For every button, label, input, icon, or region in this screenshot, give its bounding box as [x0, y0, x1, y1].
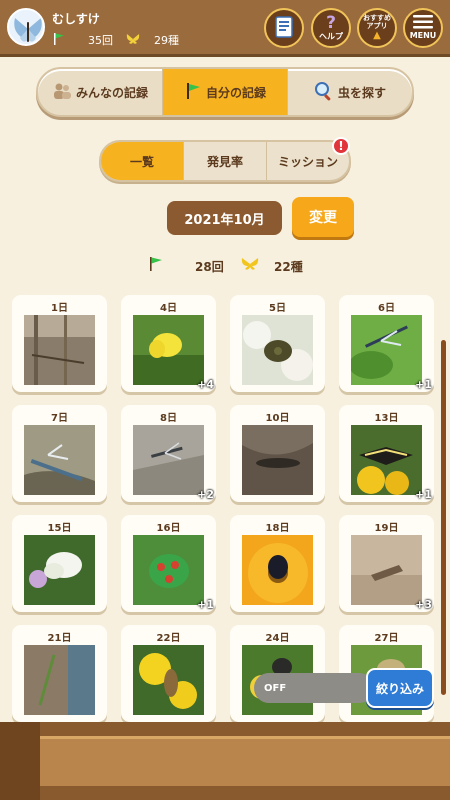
- recommended-apps-button[interactable]: おすすめアプリ ▲: [357, 8, 397, 48]
- insect-photo: [351, 425, 422, 495]
- top-bar: むしすけ 35回 29種 ? ヘルプ おすすめアプリ ▲ MENU: [0, 0, 450, 57]
- subtab-list[interactable]: 一覧: [101, 142, 184, 180]
- menu-label: MENU: [409, 31, 437, 40]
- apps-icon: ▲: [373, 30, 381, 42]
- menu-icon: [413, 15, 433, 32]
- more-count: +1: [197, 598, 214, 611]
- help-icon: ?: [326, 13, 336, 34]
- tab-label: 自分の記録: [205, 85, 266, 100]
- day-label: 24日: [265, 633, 290, 644]
- insect-photo: [24, 315, 95, 385]
- day-card[interactable]: 4日 +4: [121, 295, 216, 392]
- insect-photo: [351, 315, 422, 385]
- species-count: 29種: [154, 34, 179, 47]
- butterfly-icon: [241, 256, 259, 276]
- sub-tabs: 一覧 発見率 ミッション: [99, 140, 351, 182]
- insect-photo: [133, 645, 204, 715]
- notebook-button[interactable]: [264, 8, 304, 48]
- insect-photo: [133, 535, 204, 605]
- day-label: 21日: [47, 633, 72, 644]
- tab-label: みんなの記録: [75, 85, 148, 100]
- day-label: 1日: [51, 303, 68, 314]
- butterfly-icon: [126, 31, 140, 50]
- help-button[interactable]: ? ヘルプ: [311, 8, 351, 48]
- day-card[interactable]: 22日: [121, 625, 216, 722]
- more-count: +3: [415, 598, 432, 611]
- day-card[interactable]: 7日: [12, 405, 107, 502]
- book-spine: [0, 722, 40, 800]
- day-label: 16日: [156, 523, 181, 534]
- day-label: 4日: [160, 303, 177, 314]
- day-card[interactable]: 1日: [12, 295, 107, 392]
- more-count: +4: [197, 378, 214, 391]
- day-label: 7日: [51, 413, 68, 424]
- day-card[interactable]: 18日: [230, 515, 325, 612]
- day-label: 18日: [265, 523, 290, 534]
- insect-photo: [133, 315, 204, 385]
- insect-photo: [24, 645, 95, 715]
- filter-button[interactable]: 絞り込み: [366, 668, 434, 708]
- day-label: 5日: [269, 303, 286, 314]
- insect-photo: [242, 535, 313, 605]
- flag-icon: [52, 31, 66, 50]
- day-label: 27日: [374, 633, 399, 644]
- monthly-record-count: 28回: [195, 260, 224, 274]
- tab-label: 虫を探す: [337, 85, 386, 100]
- main-tabs: みんなの記録 自分の記録 虫を探す: [36, 67, 414, 117]
- grid-scrollbar[interactable]: [441, 340, 446, 695]
- username: むしすけ: [52, 12, 100, 26]
- day-card[interactable]: 13日 +1: [339, 405, 434, 502]
- flag-icon: [184, 82, 202, 103]
- tab-find-insects[interactable]: 虫を探す: [288, 69, 412, 115]
- mission-alert-badge: !: [332, 137, 350, 155]
- day-label: 10日: [265, 413, 290, 424]
- avatar[interactable]: [7, 8, 45, 46]
- day-card[interactable]: 10日: [230, 405, 325, 502]
- flag-icon: [148, 256, 164, 276]
- day-card[interactable]: 19日 +3: [339, 515, 434, 612]
- tab-my-records[interactable]: 自分の記録: [163, 69, 288, 115]
- day-card[interactable]: 15日: [12, 515, 107, 612]
- day-label: 22日: [156, 633, 181, 644]
- bottom-bar-surface: [40, 736, 450, 786]
- help-label: ヘルプ: [319, 31, 343, 41]
- notebook-icon: [273, 15, 295, 42]
- day-label: 13日: [374, 413, 399, 424]
- main-panel: みんなの記録 自分の記録 虫を探す 一覧 発見率 ミッション ! 2021年10…: [0, 57, 450, 722]
- day-card[interactable]: 6日 +1: [339, 295, 434, 392]
- month-display: 2021年10月: [167, 201, 282, 235]
- subtab-discovery-rate[interactable]: 発見率: [184, 142, 267, 180]
- apps-label: おすすめアプリ: [363, 13, 391, 30]
- day-label: 19日: [374, 523, 399, 534]
- magnifier-icon: [314, 81, 334, 104]
- more-count: +1: [415, 378, 432, 391]
- tab-everyone-records[interactable]: みんなの記録: [38, 69, 163, 115]
- day-label: 15日: [47, 523, 72, 534]
- day-card[interactable]: 8日 +2: [121, 405, 216, 502]
- bottom-bar: [0, 722, 450, 800]
- record-count: 35回: [88, 34, 113, 47]
- change-month-button[interactable]: 変更: [292, 197, 354, 237]
- insect-photo: [24, 535, 95, 605]
- day-label: 6日: [378, 303, 395, 314]
- more-count: +1: [415, 488, 432, 501]
- insect-photo: [133, 425, 204, 495]
- insect-photo: [351, 535, 422, 605]
- day-card[interactable]: 16日 +1: [121, 515, 216, 612]
- insect-photo: [242, 315, 313, 385]
- more-count: +2: [197, 488, 214, 501]
- menu-button[interactable]: MENU: [403, 8, 443, 48]
- monthly-species-count: 22種: [274, 260, 303, 274]
- day-grid: 1日 4日 +4 5日 6日 +1 7日 8日 +2 10日 13日 +1 15…: [12, 295, 436, 722]
- day-card[interactable]: 5日: [230, 295, 325, 392]
- insect-photo: [242, 425, 313, 495]
- people-icon: [52, 82, 72, 103]
- day-label: 8日: [160, 413, 177, 424]
- filter-state-toggle[interactable]: OFF: [254, 673, 374, 703]
- insect-photo: [24, 425, 95, 495]
- day-card[interactable]: 21日: [12, 625, 107, 722]
